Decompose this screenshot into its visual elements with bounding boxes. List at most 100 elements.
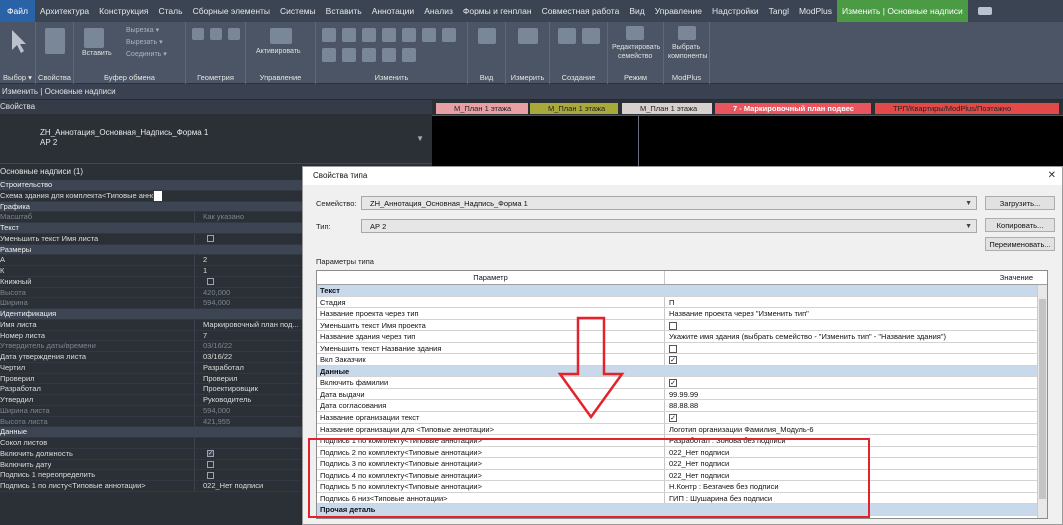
move-icon[interactable]: [382, 28, 396, 42]
param-category[interactable]: Текст: [317, 285, 1047, 297]
ribbon-tab[interactable]: Файл: [0, 0, 35, 22]
type-combo[interactable]: АР 2 ▼: [361, 219, 977, 233]
ribbon-tab[interactable]: Вид: [624, 0, 649, 22]
col-param-header[interactable]: Параметр: [317, 271, 665, 284]
geometry-icon[interactable]: [192, 28, 204, 40]
view-tab[interactable]: 7 - Маркировочный план подвес: [715, 103, 871, 114]
pin-icon[interactable]: [382, 48, 396, 62]
param-category[interactable]: Данные: [317, 365, 1047, 378]
param-value[interactable]: Логотип организации Фамилия_Модуль-6: [665, 424, 1047, 435]
ribbon-tab[interactable]: Архитектура: [35, 0, 94, 22]
family-combo[interactable]: ZH_Аннотация_Основная_Надпись_Форма 1 ▼: [361, 196, 977, 210]
property-value[interactable]: 099_Жук пустой: [154, 190, 162, 201]
ribbon-tab[interactable]: Аннотации: [367, 0, 420, 22]
paste-icon[interactable]: [84, 28, 104, 48]
rename-button[interactable]: Переименовать...: [985, 237, 1055, 251]
view-icon[interactable]: [478, 28, 496, 44]
split-icon[interactable]: [322, 48, 336, 62]
activate-icon[interactable]: [270, 28, 292, 44]
offset-icon[interactable]: [342, 28, 356, 42]
delete-icon[interactable]: [402, 48, 416, 62]
join-button[interactable]: Соединить ▾: [126, 50, 167, 58]
align-icon[interactable]: [322, 28, 336, 42]
select-components-icon[interactable]: [678, 26, 696, 40]
param-value[interactable]: Укажите имя здания (выбрать семейство - …: [665, 331, 1047, 342]
ribbon-tab[interactable]: Изменить | Основные надписи: [837, 0, 968, 22]
param-row[interactable]: Стадия П: [317, 296, 1047, 309]
param-checkbox-cell[interactable]: [665, 412, 1047, 423]
param-checkbox-cell[interactable]: [665, 343, 1047, 354]
param-checkbox-cell[interactable]: [665, 354, 1047, 365]
properties-group[interactable]: Свойства: [36, 22, 74, 84]
rotate-icon[interactable]: [422, 28, 436, 42]
property-name: Сокол листов: [0, 438, 195, 448]
scale-icon[interactable]: [362, 48, 376, 62]
edit-family-icon[interactable]: [626, 26, 644, 40]
checkbox[interactable]: [669, 344, 677, 353]
param-row[interactable]: Название здания через тип Укажите имя зда…: [317, 331, 1047, 343]
cut-menu[interactable]: Вырезка ▾: [126, 26, 159, 34]
panel-toggle-icon[interactable]: [977, 7, 992, 15]
param-row[interactable]: Название проекта через тип Название проек…: [317, 308, 1047, 320]
checkbox[interactable]: [207, 450, 214, 458]
copy-button[interactable]: Копировать...: [985, 218, 1055, 232]
param-value[interactable]: Название проекта через "Изменить тип": [665, 308, 1047, 319]
cut-button[interactable]: Вырезать ▾: [126, 38, 163, 46]
checkbox[interactable]: [207, 461, 214, 469]
ribbon-tab[interactable]: Надстройки: [707, 0, 764, 22]
checkbox[interactable]: [207, 278, 214, 286]
checkbox[interactable]: [669, 321, 677, 330]
view-tab[interactable]: М_План 1 этажа: [436, 103, 528, 114]
ribbon-tab[interactable]: Сборные элементы: [188, 0, 275, 22]
param-row[interactable]: Уменьшить текст Название здания: [317, 342, 1047, 355]
drawing-area[interactable]: [432, 116, 1063, 166]
create-icon[interactable]: [558, 28, 576, 44]
param-value[interactable]: П: [665, 297, 1047, 308]
col-value-header[interactable]: Значение: [665, 271, 1047, 284]
copy-icon[interactable]: [402, 28, 416, 42]
ribbon-tab[interactable]: Вставить: [321, 0, 367, 22]
param-row[interactable]: Включить фамилии: [317, 377, 1047, 389]
group-icon[interactable]: [582, 28, 600, 44]
view-tab[interactable]: М_План 1 этажа: [622, 103, 712, 114]
chevron-down-icon[interactable]: ▼: [416, 134, 424, 143]
close-icon[interactable]: ✕: [1048, 170, 1056, 181]
ribbon-tab[interactable]: Анализ: [419, 0, 458, 22]
view-tab[interactable]: М_План 1 этажа: [530, 103, 618, 114]
geometry-icon[interactable]: [228, 28, 240, 40]
view-tab[interactable]: ТРП/Квартиры/ModPlus/Поэтажно: [875, 103, 1059, 114]
scroll-thumb[interactable]: [1039, 299, 1046, 499]
ribbon-tab[interactable]: ModPlus: [794, 0, 837, 22]
param-checkbox-cell[interactable]: [665, 320, 1047, 331]
array-icon[interactable]: [342, 48, 356, 62]
load-button[interactable]: Загрузить...: [985, 196, 1055, 210]
trim-icon[interactable]: [442, 28, 456, 42]
ribbon-tab[interactable]: Системы: [275, 0, 321, 22]
param-row[interactable]: Название организации текст: [317, 412, 1047, 424]
param-value[interactable]: 99.99.99: [665, 389, 1047, 400]
param-value[interactable]: 88.88.88: [665, 400, 1047, 411]
ribbon-tab[interactable]: Сталь: [154, 0, 188, 22]
checkbox[interactable]: [207, 471, 214, 479]
mirror-icon[interactable]: [362, 28, 376, 42]
param-row[interactable]: Уменьшить текст Имя проекта: [317, 319, 1047, 332]
measure-icon[interactable]: [518, 28, 538, 44]
ribbon-tab[interactable]: Tangl: [764, 0, 794, 22]
checkbox[interactable]: [669, 356, 677, 365]
checkbox[interactable]: [207, 235, 214, 243]
param-row[interactable]: Дата выдачи 99.99.99: [317, 388, 1047, 401]
ribbon-tab[interactable]: Управление: [650, 0, 707, 22]
ribbon-tab[interactable]: Формы и генплан: [458, 0, 537, 22]
param-row[interactable]: Вкл Заказчик: [317, 354, 1047, 366]
ribbon-tab[interactable]: Конструкция: [94, 0, 153, 22]
param-row[interactable]: Название организации для <Типовые аннота…: [317, 423, 1047, 436]
geometry-icon[interactable]: [210, 28, 222, 40]
checkbox[interactable]: [669, 379, 677, 388]
select-group[interactable]: Выбор ▾: [0, 22, 36, 84]
ribbon-tab[interactable]: Совместная работа: [537, 0, 625, 22]
param-checkbox-cell[interactable]: [665, 377, 1047, 388]
checkbox[interactable]: [669, 414, 677, 423]
vertical-scrollbar[interactable]: [1037, 285, 1047, 518]
type-selector[interactable]: ZH_Аннотация_Основная_Надпись_Форма 1 АР…: [0, 114, 432, 164]
param-row[interactable]: Дата согласования 88.88.88: [317, 400, 1047, 413]
